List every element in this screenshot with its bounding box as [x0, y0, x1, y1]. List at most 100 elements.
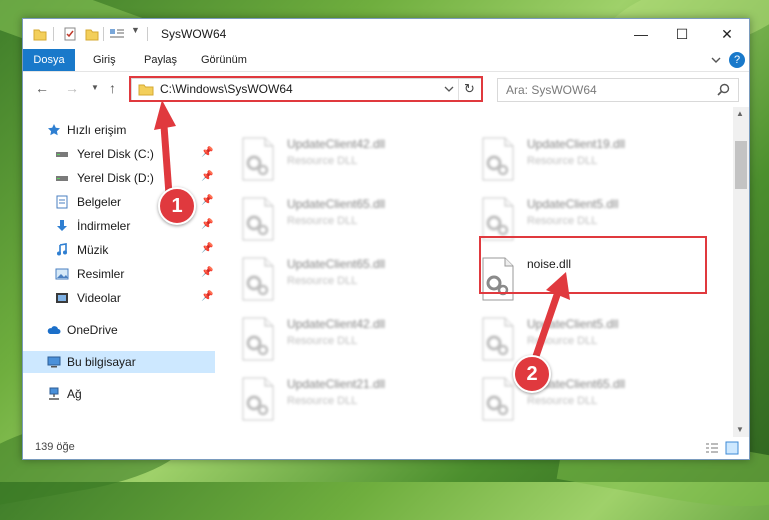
- sidebar-item-label: Resimler: [77, 267, 125, 281]
- file-item[interactable]: UpdateClient65.dll Resource DLL: [481, 377, 701, 433]
- pin-icon[interactable]: 📌: [201, 147, 213, 158]
- status-bar: 139 öğe: [23, 437, 749, 459]
- sidebar-item-network[interactable]: Ağ: [23, 383, 215, 405]
- file-name: UpdateClient21.dll: [287, 377, 386, 391]
- maximize-button[interactable]: ☐: [668, 23, 696, 45]
- dll-file-icon: [241, 317, 275, 361]
- sidebar-item-label: Hızlı erişim: [67, 123, 127, 137]
- tab-home[interactable]: Giriş: [93, 49, 116, 71]
- dll-file-icon: [241, 257, 275, 301]
- file-item[interactable]: UpdateClient65.dll Resource DLL: [241, 257, 461, 313]
- file-item[interactable]: UpdateClient21.dll Resource DLL: [241, 377, 461, 433]
- search-input[interactable]: Ara: SysWOW64: [506, 83, 597, 97]
- file-name: UpdateClient5.dll: [527, 197, 619, 211]
- file-type: Resource DLL: [287, 335, 358, 347]
- file-type: Resource DLL: [527, 215, 598, 227]
- file-type: Resource DLL: [527, 155, 598, 167]
- dll-file-icon: [481, 197, 515, 241]
- drive-icon: [56, 176, 68, 181]
- explorer-window: ▼ SysWOW64 — ☐ ✕ Dosya Giriş Paylaş Görü…: [22, 18, 750, 460]
- dll-file-icon: [481, 137, 515, 181]
- video-icon: [56, 293, 68, 303]
- pin-icon[interactable]: 📌: [201, 219, 213, 230]
- pin-icon[interactable]: 📌: [201, 243, 213, 254]
- up-button[interactable]: ↑: [109, 80, 116, 96]
- back-button[interactable]: ←: [35, 80, 49, 96]
- sidebar-item-label: Müzik: [77, 243, 109, 257]
- file-name: UpdateClient65.dll: [287, 197, 386, 211]
- sidebar-item-this-pc[interactable]: Bu bilgisayar: [23, 351, 215, 373]
- file-name: UpdateClient42.dll: [287, 137, 386, 151]
- folder-icon[interactable]: [33, 27, 47, 41]
- pin-icon[interactable]: 📌: [201, 171, 213, 182]
- scroll-up-icon[interactable]: ▲: [736, 109, 744, 118]
- recent-locations-icon[interactable]: ▼: [91, 83, 99, 92]
- separator: [147, 27, 148, 41]
- properties-icon[interactable]: [63, 27, 77, 41]
- forward-button[interactable]: →: [65, 80, 79, 96]
- item-count: 139 öğe: [35, 441, 75, 453]
- sidebar-item-label: Belgeler: [77, 195, 122, 209]
- dll-file-icon: [481, 377, 515, 421]
- dll-file-icon: [241, 197, 275, 241]
- music-icon: [57, 243, 67, 256]
- file-item[interactable]: UpdateClient42.dll Resource DLL: [241, 137, 461, 193]
- download-icon: [57, 220, 67, 231]
- sidebar-item-label: Videolar: [77, 291, 121, 305]
- scrollbar-thumb[interactable]: [735, 141, 747, 189]
- navigation-bar: ← → ▼ ↑ C:\Windows\SysWOW64 ↻ Ara: SysWO…: [23, 72, 749, 106]
- file-item[interactable]: UpdateClient42.dll Resource DLL: [241, 317, 461, 373]
- dll-file-icon: [241, 137, 275, 181]
- help-icon[interactable]: ?: [729, 52, 745, 68]
- tab-file[interactable]: Dosya: [23, 49, 75, 71]
- details-view-icon[interactable]: [705, 442, 719, 454]
- pin-icon[interactable]: 📌: [201, 291, 213, 302]
- sidebar-item-label: Ağ: [67, 387, 82, 401]
- step-badge-1: 1: [158, 187, 196, 225]
- drive-icon: [56, 152, 68, 157]
- computer-icon: [47, 356, 61, 368]
- scroll-down-icon[interactable]: ▼: [736, 425, 744, 434]
- minimize-button[interactable]: —: [627, 23, 655, 45]
- star-icon: [48, 124, 60, 136]
- window-title: SysWOW64: [161, 27, 227, 41]
- sidebar-item-label: OneDrive: [67, 323, 118, 337]
- sidebar-item-label: Bu bilgisayar: [67, 355, 136, 369]
- vertical-scrollbar[interactable]: ▲ ▼: [733, 107, 749, 437]
- file-highlight: [479, 236, 707, 294]
- file-type: Resource DLL: [527, 395, 598, 407]
- file-item[interactable]: UpdateClient65.dll Resource DLL: [241, 197, 461, 253]
- sidebar-item-label: İndirmeler: [77, 219, 131, 233]
- chevron-down-icon[interactable]: ▼: [131, 25, 140, 35]
- file-type: Resource DLL: [287, 215, 358, 227]
- dll-file-icon: [481, 317, 515, 361]
- customize-toolbar-icon[interactable]: [109, 27, 125, 41]
- file-name: UpdateClient65.dll: [287, 257, 386, 271]
- sidebar-item-pictures[interactable]: Resimler 📌: [23, 263, 215, 285]
- close-button[interactable]: ✕: [713, 23, 741, 45]
- search-icon[interactable]: [717, 83, 730, 96]
- tab-share[interactable]: Paylaş: [144, 49, 177, 71]
- separator: [53, 27, 54, 41]
- network-icon: [49, 387, 59, 400]
- pin-icon[interactable]: 📌: [201, 267, 213, 278]
- sidebar-item-onedrive[interactable]: OneDrive: [23, 319, 215, 341]
- file-type: Resource DLL: [287, 155, 358, 167]
- title-bar: ▼ SysWOW64 — ☐ ✕: [23, 19, 749, 49]
- ribbon-tabs: Dosya Giriş Paylaş Görünüm ?: [23, 49, 749, 72]
- file-type: Resource DLL: [287, 275, 358, 287]
- search-box[interactable]: Ara: SysWOW64: [497, 78, 739, 102]
- large-icons-view-icon[interactable]: [725, 441, 739, 455]
- pictures-icon: [55, 268, 69, 280]
- tab-view[interactable]: Görünüm: [201, 49, 247, 71]
- sidebar-item-videos[interactable]: Videolar 📌: [23, 287, 215, 309]
- pin-icon[interactable]: 📌: [201, 195, 213, 206]
- sidebar-item-label: Yerel Disk (C:): [77, 147, 154, 161]
- documents-icon: [56, 195, 68, 209]
- expand-ribbon-icon[interactable]: [711, 55, 721, 65]
- sidebar-item-music[interactable]: Müzik 📌: [23, 239, 215, 261]
- new-folder-icon[interactable]: [85, 27, 99, 41]
- separator: [103, 27, 104, 41]
- file-name: UpdateClient19.dll: [527, 137, 626, 151]
- file-item[interactable]: UpdateClient19.dll Resource DLL: [481, 137, 701, 193]
